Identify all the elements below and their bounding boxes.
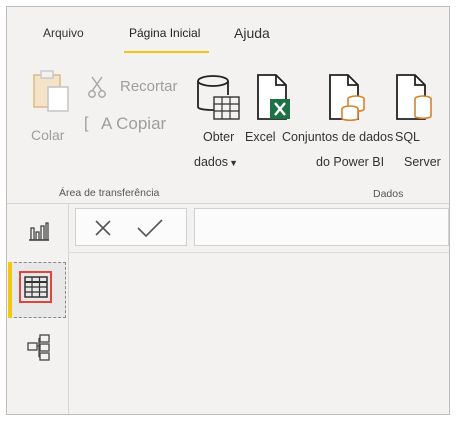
sql-server-button[interactable]: SQL Server	[385, 73, 449, 173]
powerbi-datasets-icon	[328, 73, 370, 125]
get-data-button[interactable]: Obter dados▼	[194, 73, 243, 173]
chevron-down-icon: ▼	[229, 158, 238, 168]
powerbi-datasets-label-line2: do Power BI	[316, 155, 385, 169]
database-table-icon	[195, 73, 243, 125]
app-window: Arquivo Página Inicial Ajuda Colar Recor…	[6, 6, 450, 415]
data-group-label: Dados	[373, 188, 404, 200]
sql-server-label-line2: Server	[404, 155, 441, 169]
paste-label: Colar	[31, 127, 65, 143]
clipboard-group-label: Área de transferência	[59, 187, 160, 199]
ribbon-tabs: Arquivo Página Inicial Ajuda	[7, 7, 449, 53]
powerbi-datasets-label-line1: Conjuntos de dados	[282, 130, 394, 144]
excel-label: Excel	[245, 130, 276, 144]
model-icon	[27, 334, 51, 362]
active-nav-indicator	[8, 262, 12, 318]
cut-button[interactable]: Recortar	[87, 73, 197, 99]
nav-report-view[interactable]	[7, 204, 68, 260]
sql-server-label-line1: SQL	[395, 130, 421, 144]
ribbon: Colar Recortar [ A Copiar Área de transf…	[7, 53, 449, 204]
clipboard-icon	[29, 69, 75, 115]
left-nav	[7, 204, 69, 414]
copy-button[interactable]: [ A Copiar	[84, 111, 197, 137]
sql-server-icon	[395, 73, 435, 125]
cut-label: Recortar	[120, 78, 178, 95]
tab-arquivo[interactable]: Arquivo	[43, 26, 84, 40]
formula-input[interactable]	[194, 208, 449, 246]
tab-ajuda[interactable]: Ajuda	[234, 25, 270, 41]
get-data-label-line2: dados▼	[194, 155, 238, 169]
copy-icon: [	[84, 115, 89, 132]
table-icon	[24, 276, 48, 298]
powerbi-datasets-button[interactable]: Conjuntos de dados do Power BI	[282, 73, 397, 173]
tab-pagina-inicial[interactable]: Página Inicial	[129, 26, 200, 40]
bar-chart-icon	[28, 220, 50, 242]
scissors-icon	[87, 75, 109, 99]
cancel-icon[interactable]	[94, 219, 112, 237]
data-canvas	[68, 253, 449, 414]
copy-label: A Copiar	[101, 114, 167, 133]
paste-button[interactable]: Colar	[25, 69, 77, 149]
formula-bar-buttons	[75, 208, 187, 246]
get-data-label-line1: Obter	[203, 130, 235, 144]
nav-model-view[interactable]	[7, 320, 68, 376]
commit-icon[interactable]	[136, 218, 164, 238]
nav-data-view[interactable]	[8, 262, 66, 318]
